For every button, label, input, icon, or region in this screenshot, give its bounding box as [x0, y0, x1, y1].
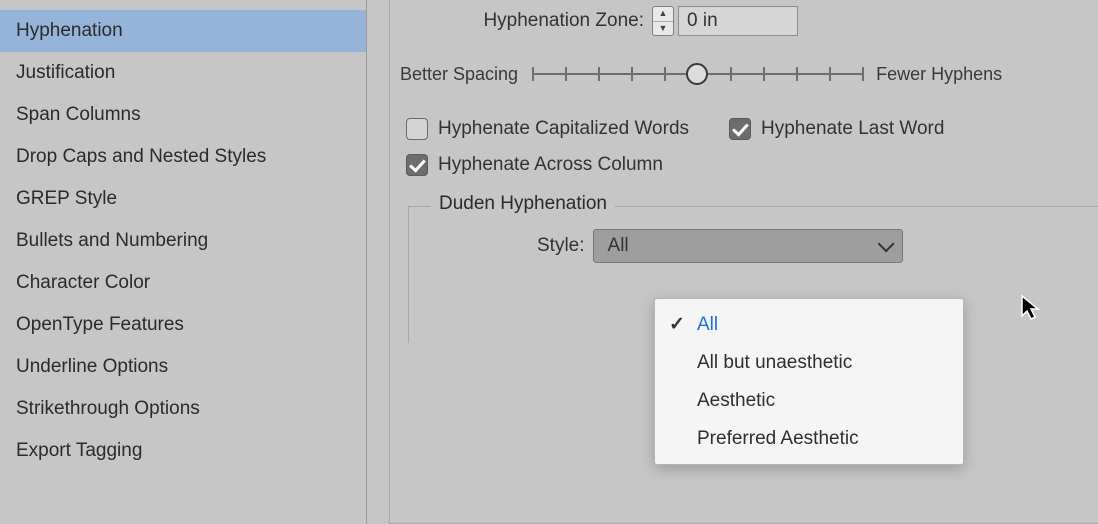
- slider-better-spacing-label: Better Spacing: [400, 64, 518, 85]
- check-icon: ✓: [669, 313, 687, 336]
- slider-tick: [598, 67, 600, 81]
- hyphenate-last-word-checkbox[interactable]: Hyphenate Last Word: [729, 118, 944, 140]
- duden-style-dropdown: ✓ All All but unaesthetic Aesthetic Pref…: [654, 298, 964, 465]
- slider-tick: [796, 67, 798, 81]
- chevron-down-icon: [877, 235, 894, 252]
- slider-tick: [730, 67, 732, 81]
- dropdown-option-label: All but unaesthetic: [697, 352, 852, 374]
- duden-style-label: Style:: [537, 235, 593, 257]
- slider-tick: [763, 67, 765, 81]
- sidebar-item-label: GREP Style: [16, 188, 117, 209]
- slider-tick: [631, 67, 633, 81]
- sidebar-item-label: Strikethrough Options: [16, 398, 200, 419]
- sidebar-item-strikethrough-options[interactable]: Strikethrough Options: [0, 388, 366, 430]
- checkbox-label: Hyphenate Across Column: [438, 154, 663, 176]
- sidebar-item-character-color[interactable]: Character Color: [0, 262, 366, 304]
- checkbox-icon: [729, 118, 751, 140]
- slider-tick: [862, 67, 864, 81]
- dropdown-option-label: Preferred Aesthetic: [697, 428, 859, 450]
- dropdown-option-preferred-aesthetic[interactable]: Preferred Aesthetic: [655, 420, 963, 458]
- checkbox-label: Hyphenate Capitalized Words: [438, 118, 689, 140]
- slider-tick: [532, 67, 534, 81]
- duden-style-select[interactable]: All: [593, 229, 903, 263]
- slider-tick: [664, 67, 666, 81]
- sidebar-item-label: Justification: [16, 62, 115, 83]
- hyphenation-zone-input[interactable]: [678, 6, 798, 36]
- checkbox-label: Hyphenate Last Word: [761, 118, 944, 140]
- sidebar-item-label: Drop Caps and Nested Styles: [16, 146, 266, 167]
- slider-tick: [565, 67, 567, 81]
- sidebar-item-label: Export Tagging: [16, 440, 142, 461]
- sidebar-item-label: Character Color: [16, 272, 150, 293]
- sidebar-item-label: Underline Options: [16, 356, 168, 377]
- sidebar-item-justification[interactable]: Justification: [0, 52, 366, 94]
- dropdown-option-label: Aesthetic: [697, 390, 775, 412]
- sidebar-item-export-tagging[interactable]: Export Tagging: [0, 430, 366, 472]
- checkbox-icon: [406, 118, 428, 140]
- sidebar-item-opentype-features[interactable]: OpenType Features: [0, 304, 366, 346]
- checkbox-icon: [406, 154, 428, 176]
- sidebar-item-underline-options[interactable]: Underline Options: [0, 346, 366, 388]
- sidebar: Hyphenation Justification Span Columns D…: [0, 0, 367, 524]
- slider-fewer-hyphens-label: Fewer Hyphens: [876, 64, 1002, 85]
- sidebar-item-label: Bullets and Numbering: [16, 230, 208, 251]
- sidebar-item-bullets-numbering[interactable]: Bullets and Numbering: [0, 220, 366, 262]
- dropdown-option-all-but-unaesthetic[interactable]: All but unaesthetic: [655, 344, 963, 382]
- slider-thumb[interactable]: [686, 63, 708, 85]
- sidebar-item-drop-caps[interactable]: Drop Caps and Nested Styles: [0, 136, 366, 178]
- dropdown-option-aesthetic[interactable]: Aesthetic: [655, 382, 963, 420]
- hyphenation-slider[interactable]: [532, 58, 862, 90]
- sidebar-item-label: OpenType Features: [16, 314, 184, 335]
- dropdown-option-all[interactable]: ✓ All: [655, 305, 963, 344]
- sidebar-item-span-columns[interactable]: Span Columns: [0, 94, 366, 136]
- sidebar-item-grep-style[interactable]: GREP Style: [0, 178, 366, 220]
- hyphenate-across-column-checkbox[interactable]: Hyphenate Across Column: [406, 154, 663, 176]
- dropdown-option-label: All: [697, 314, 718, 336]
- hyphenate-capitalized-checkbox[interactable]: Hyphenate Capitalized Words: [406, 118, 689, 140]
- sidebar-item-label: Hyphenation: [16, 20, 123, 41]
- stepper-up-icon[interactable]: ▲: [653, 7, 673, 22]
- hyphenation-zone-label: Hyphenation Zone:: [414, 10, 652, 32]
- select-value: All: [608, 235, 629, 257]
- hyphenation-zone-stepper[interactable]: ▲ ▼: [652, 6, 674, 36]
- stepper-down-icon[interactable]: ▼: [653, 22, 673, 36]
- sidebar-item-label: Span Columns: [16, 104, 141, 125]
- duden-legend: Duden Hyphenation: [431, 193, 615, 215]
- sidebar-item-hyphenation[interactable]: Hyphenation: [0, 10, 366, 52]
- slider-tick: [829, 67, 831, 81]
